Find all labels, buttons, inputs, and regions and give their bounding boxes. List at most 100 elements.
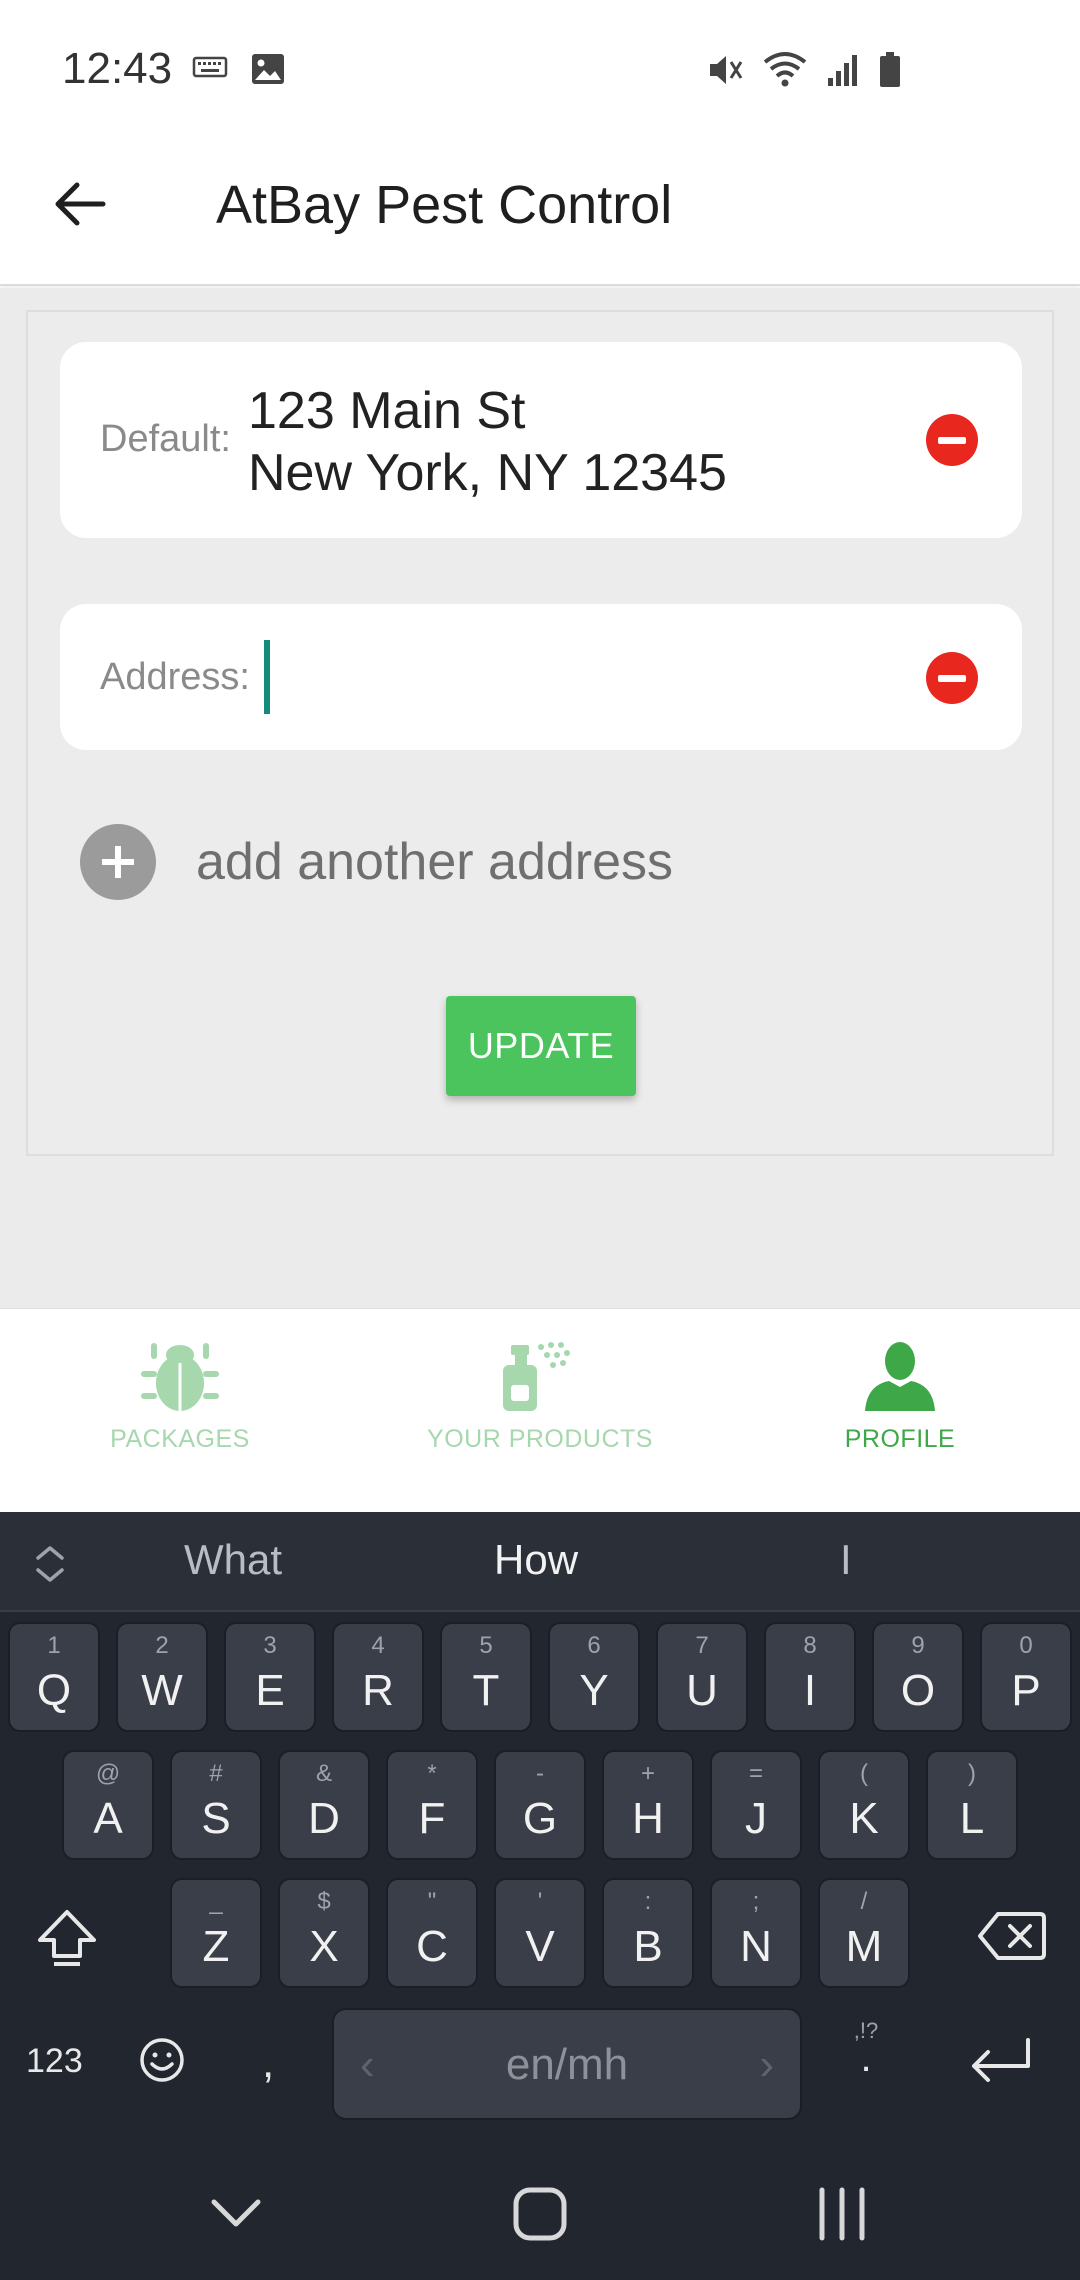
key-b[interactable]: :B (602, 1878, 694, 1988)
key-m[interactable]: / M (818, 1878, 910, 1988)
key-hint: ( (860, 1760, 868, 1787)
key-s[interactable]: # S (170, 1750, 262, 1860)
key-hint: * (427, 1760, 437, 1787)
key-label: D (308, 1794, 340, 1843)
key-y[interactable]: 6Y (548, 1622, 640, 1732)
key-e[interactable]: 3E (224, 1622, 316, 1732)
add-address-label[interactable]: add another address (196, 832, 673, 892)
system-navigation-bar (0, 2148, 1080, 2280)
key-hint: : (644, 1888, 652, 1915)
enter-icon[interactable] (966, 2036, 1036, 2088)
key-hint: $ (317, 1888, 331, 1915)
key-hint: = (748, 1760, 763, 1787)
default-address-card: Default: 123 Main St New York, NY 12345 (60, 342, 1022, 538)
key-w[interactable]: 2W (116, 1622, 208, 1732)
status-bar: 12:43 (0, 0, 1080, 140)
key-hint: 6 (587, 1632, 601, 1659)
key-u[interactable]: 7U (656, 1622, 748, 1732)
back-button[interactable] (44, 168, 116, 240)
key-label: P (1011, 1666, 1041, 1715)
key-hint: 8 (803, 1632, 817, 1659)
key-label: T (472, 1666, 500, 1715)
key-label: J (745, 1794, 767, 1843)
spray-bottle-icon (503, 1342, 570, 1411)
comma-key[interactable]: , (262, 2038, 274, 2088)
key-label: A (93, 1794, 123, 1843)
key-hint: 3 (263, 1632, 277, 1659)
add-address-row[interactable]: add another address (80, 824, 673, 900)
key-p[interactable]: 0P (980, 1622, 1072, 1732)
key-j[interactable]: = J (710, 1750, 802, 1860)
space-bar[interactable]: ‹ en/mh › (332, 2008, 802, 2120)
key-label: Q (36, 1666, 72, 1715)
key-v[interactable]: ' V (494, 1878, 586, 1988)
key-hint: ; (752, 1888, 760, 1915)
key-o[interactable]: 9O (872, 1622, 964, 1732)
status-icons-right (706, 50, 902, 90)
key-n[interactable]: ; N (710, 1878, 802, 1988)
default-label: Default: (100, 418, 231, 460)
key-label: C (416, 1922, 448, 1971)
key-hint: _ (209, 1888, 223, 1915)
status-icons-left (192, 52, 286, 86)
nav-item-packages[interactable]: PACKAGES (30, 1341, 330, 1454)
key-c[interactable]: " C (386, 1878, 478, 1988)
key-hint: 7 (695, 1632, 709, 1659)
key-t[interactable]: 5T (440, 1622, 532, 1732)
key-r[interactable]: 4R (332, 1622, 424, 1732)
key-hint: ' (537, 1888, 543, 1915)
suggestion-2[interactable]: How (494, 1536, 578, 1584)
key-label: O (900, 1666, 936, 1715)
suggestion-3[interactable]: I (840, 1536, 852, 1584)
key-hint: 4 (371, 1632, 385, 1659)
minus-circle-icon (938, 436, 966, 444)
expand-toolbar-icon[interactable] (30, 1542, 70, 1586)
key-label: Y (579, 1666, 609, 1715)
key-hint: - (536, 1760, 544, 1787)
symbols-key[interactable]: 123 (26, 2042, 83, 2081)
nav-item-your-products[interactable]: YOUR PRODUCTS (390, 1341, 690, 1454)
suggestion-1[interactable]: What (184, 1536, 282, 1584)
shift-icon[interactable] (34, 1906, 100, 1970)
emoji-icon[interactable] (138, 2036, 186, 2084)
key-label: B (633, 1922, 663, 1971)
address-input[interactable] (256, 638, 936, 718)
key-hint: # (209, 1760, 223, 1787)
key-l[interactable]: ) L (926, 1750, 1018, 1860)
key-label: K (849, 1794, 879, 1843)
period-key-label: . (860, 2036, 872, 2080)
plus-circle-icon[interactable] (80, 824, 156, 900)
period-key[interactable]: ,!? . (846, 2018, 886, 2081)
key-z[interactable]: _ Z (170, 1878, 262, 1988)
recent-apps-icon[interactable] (814, 2186, 870, 2242)
update-button[interactable]: UPDATE (446, 996, 636, 1096)
address-card: Address: (60, 604, 1022, 750)
arrow-left-icon (55, 182, 106, 226)
remove-default-address-button[interactable] (926, 414, 978, 466)
key-a[interactable]: @ A (62, 1750, 154, 1860)
soft-keyboard: What How I 1Q 2W 3E 4R 5T 6Y 7U 8I 9O 0P… (0, 1512, 1080, 2280)
key-i[interactable]: 8I (764, 1622, 856, 1732)
key-d[interactable]: & D (278, 1750, 370, 1860)
hide-keyboard-icon[interactable] (206, 2192, 266, 2232)
signal-icon (828, 55, 857, 86)
minus-circle-icon (938, 674, 966, 682)
address-panel: Default: 123 Main St New York, NY 12345 … (26, 310, 1054, 1156)
chevron-right-icon: › (759, 2040, 774, 2089)
app-bar: AtBay Pest Control (0, 140, 1080, 286)
key-g[interactable]: -G (494, 1750, 586, 1860)
key-hint: 0 (1019, 1632, 1033, 1659)
remove-address-button[interactable] (926, 652, 978, 704)
backspace-icon[interactable] (976, 1908, 1048, 1964)
key-hint: 2 (155, 1632, 169, 1659)
home-icon[interactable] (510, 2184, 570, 2244)
key-hint: " (427, 1888, 437, 1915)
key-label: S (201, 1794, 231, 1843)
nav-item-profile[interactable]: PROFILE (750, 1341, 1050, 1454)
key-q[interactable]: 1Q (8, 1622, 100, 1732)
key-k[interactable]: (K (818, 1750, 910, 1860)
key-h[interactable]: + H (602, 1750, 694, 1860)
wifi-icon (763, 52, 807, 87)
key-f[interactable]: * F (386, 1750, 478, 1860)
key-x[interactable]: $ X (278, 1878, 370, 1988)
